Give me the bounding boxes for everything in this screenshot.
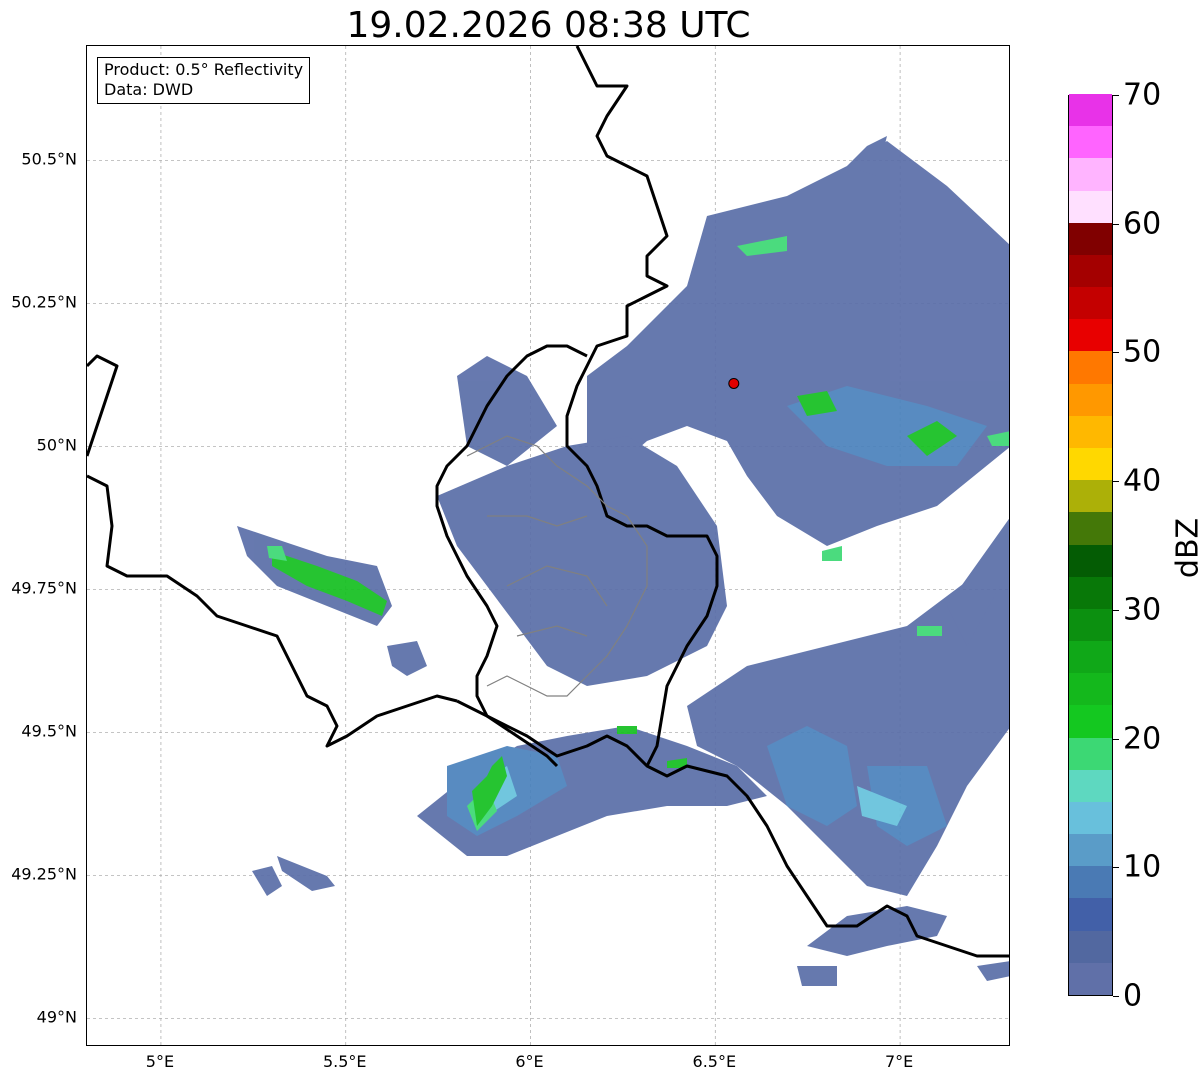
echo-area <box>437 436 727 686</box>
colorbar-segment <box>1069 704 1112 738</box>
colorbar-tick-label: 60 <box>1123 206 1162 242</box>
colorbar-segment <box>1069 897 1112 931</box>
product-info-box: Product: 0.5° Reflectivity Data: DWD <box>97 57 311 104</box>
echo-area <box>252 866 282 896</box>
colorbar-segment <box>1069 157 1112 191</box>
colorbar-segment <box>1069 962 1112 995</box>
lat-tick-label: 49°N <box>36 1007 77 1027</box>
radar-site-marker <box>728 377 740 389</box>
border-belgium-france <box>87 474 458 748</box>
colorbar-tick <box>1113 996 1119 997</box>
colorbar-tick-label: 10 <box>1123 849 1162 885</box>
colorbar-segment <box>1069 865 1112 899</box>
radar-site-dot <box>728 377 740 389</box>
colorbar-tick <box>1113 738 1119 740</box>
colorbar-tick <box>1113 609 1119 611</box>
colorbar-label: dBZ <box>1170 517 1202 579</box>
echo-core <box>822 546 842 561</box>
map-title: 19.02.2026 08:38 UTC <box>346 5 751 46</box>
radar-map[interactable] <box>86 45 1010 1046</box>
colorbar-segment <box>1069 672 1112 706</box>
lon-tick-label: 7°E <box>884 1052 914 1071</box>
radar-map-canvas <box>87 46 1009 1045</box>
colorbar-tick-label: 70 <box>1123 77 1162 113</box>
colorbar-segment <box>1069 833 1112 867</box>
colorbar <box>1068 93 1113 996</box>
border-belgium-north <box>87 354 119 457</box>
colorbar-tick-label: 0 <box>1123 978 1143 1014</box>
lon-tick-label: 6.5°E <box>692 1052 737 1071</box>
colorbar-segment <box>1069 447 1112 481</box>
echo-area <box>457 356 557 466</box>
colorbar-tick <box>1113 481 1119 483</box>
colorbar-segment <box>1069 415 1112 448</box>
colorbar-segment <box>1069 608 1112 642</box>
colorbar-segment <box>1069 254 1112 288</box>
colorbar-segment <box>1069 222 1112 255</box>
colorbar-tick <box>1113 95 1119 96</box>
colorbar-tick-label: 20 <box>1123 721 1162 757</box>
colorbar-segment <box>1069 190 1112 223</box>
lat-tick-label: 49.25°N <box>11 864 77 884</box>
product-label: Product: 0.5° Reflectivity <box>104 60 304 79</box>
colorbar-tick-label: 50 <box>1123 334 1162 370</box>
echo-core <box>917 626 942 636</box>
colorbar-segment <box>1069 383 1112 416</box>
colorbar-segment <box>1069 737 1112 770</box>
echo-area <box>797 966 837 986</box>
colorbar-segment <box>1069 801 1112 835</box>
echo-core <box>617 726 637 734</box>
colorbar-segment <box>1069 576 1112 609</box>
colorbar-segment <box>1069 125 1112 159</box>
colorbar-segment <box>1069 93 1112 127</box>
lat-tick-label: 50°N <box>36 435 77 455</box>
colorbar-segment <box>1069 544 1112 577</box>
colorbar-segment <box>1069 350 1112 384</box>
echo-area <box>687 529 1009 896</box>
colorbar-segment <box>1069 286 1112 320</box>
echo-area <box>977 961 1009 981</box>
colorbar-tick <box>1113 223 1119 225</box>
lat-tick-label: 49.5°N <box>21 721 77 741</box>
echo-area <box>277 856 335 891</box>
colorbar-tick <box>1113 352 1119 354</box>
lon-tick-label: 5.5°E <box>322 1052 367 1071</box>
echo-area <box>387 641 427 676</box>
colorbar-tick-label: 30 <box>1123 592 1162 628</box>
colorbar-segment <box>1069 640 1112 674</box>
colorbar-segment <box>1069 318 1112 352</box>
lon-tick-label: 6°E <box>515 1052 544 1071</box>
colorbar-segment <box>1069 511 1112 545</box>
colorbar-tick-label: 40 <box>1123 463 1162 499</box>
colorbar-segment <box>1069 769 1112 802</box>
data-source-label: Data: DWD <box>104 80 194 99</box>
colorbar-segment <box>1069 479 1112 513</box>
lon-tick-label: 5°E <box>145 1052 175 1071</box>
lat-tick-label: 49.75°N <box>11 578 77 598</box>
lat-tick-label: 50.5°N <box>21 149 77 169</box>
colorbar-tick <box>1113 867 1119 869</box>
colorbar-segment <box>1069 930 1112 963</box>
lat-tick-label: 50.25°N <box>11 292 77 312</box>
reflectivity-echoes <box>237 136 1009 986</box>
